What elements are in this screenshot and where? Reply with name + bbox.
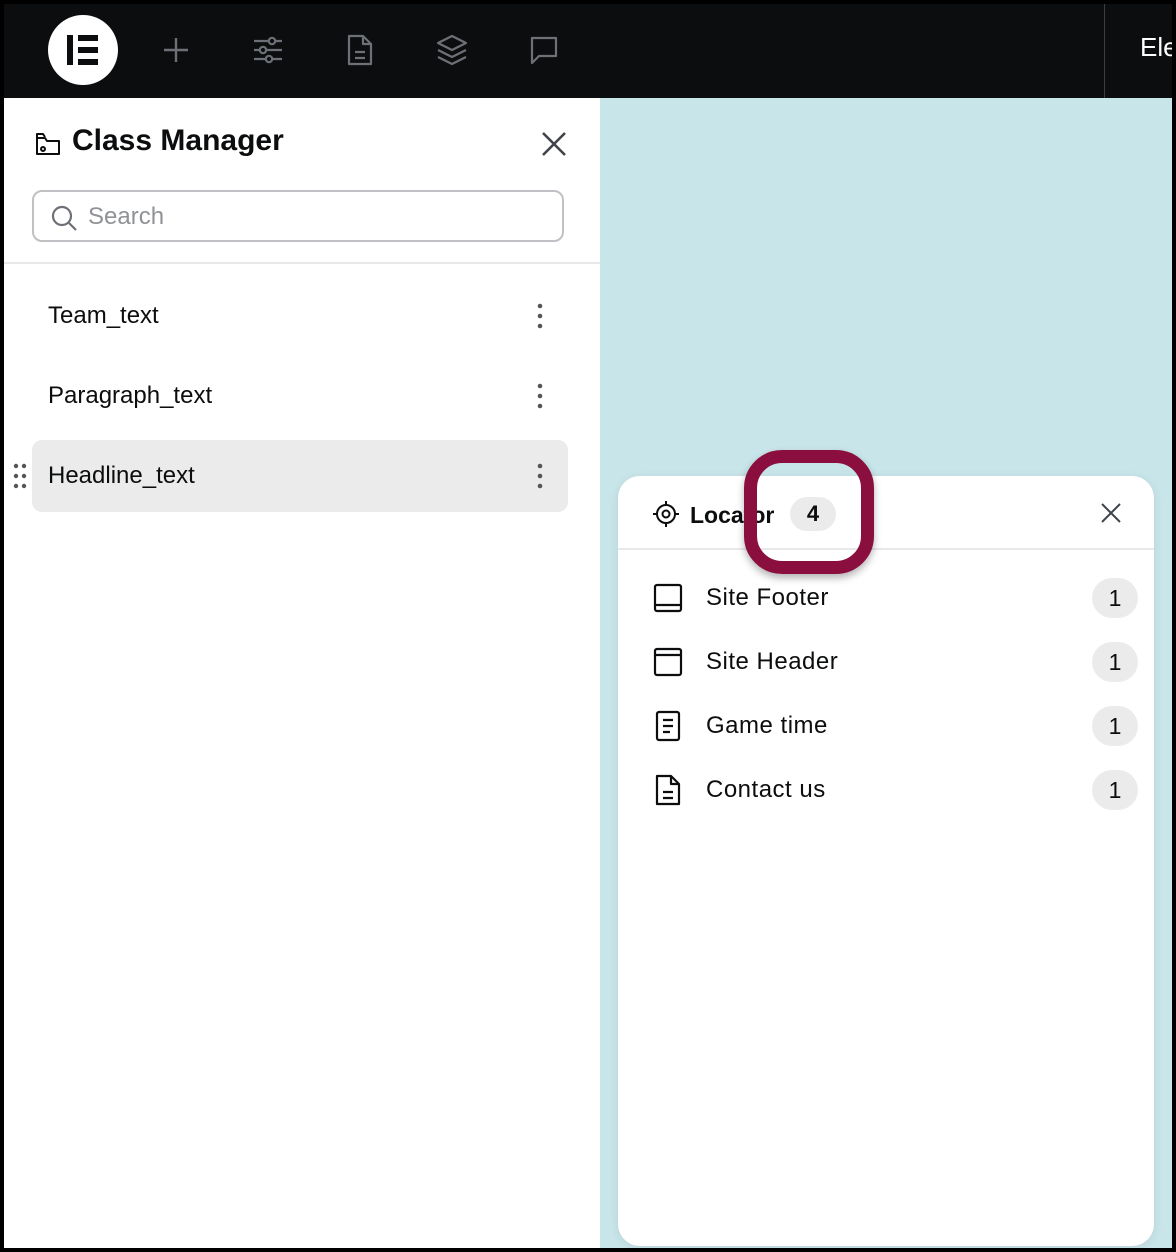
layers-icon[interactable]: [432, 30, 472, 70]
document-icon: [652, 774, 684, 811]
locator-row-contact-us[interactable]: Contact us 1: [618, 760, 1154, 820]
target-icon: [652, 500, 680, 533]
locator-row-site-header[interactable]: Site Header 1: [618, 632, 1154, 692]
class-item-headline-text[interactable]: Headline_text: [13, 440, 568, 512]
close-icon[interactable]: [1100, 502, 1122, 524]
class-manager-panel: Class Manager Team_text Paragraph_text H…: [4, 98, 600, 1248]
more-options-icon[interactable]: [528, 460, 552, 492]
document-icon[interactable]: [340, 30, 380, 70]
top-bar: Ele: [0, 0, 1176, 98]
panel-title: Class Manager: [72, 124, 284, 157]
header-icon: [652, 646, 684, 683]
class-item-paragraph-text[interactable]: Paragraph_text: [32, 360, 568, 432]
sliders-icon[interactable]: [248, 30, 288, 70]
footer-icon: [652, 582, 684, 619]
comment-icon[interactable]: [524, 30, 564, 70]
locator-row-count: 1: [1092, 578, 1138, 618]
search-icon: [50, 204, 78, 237]
search-input[interactable]: [86, 200, 550, 234]
topbar-divider: [1104, 4, 1105, 98]
locator-row-label: Site Footer: [706, 584, 829, 611]
topbar-title: Ele: [1140, 32, 1176, 62]
class-item-label: Team_text: [48, 302, 159, 329]
locator-row-label: Site Header: [706, 648, 839, 675]
plus-icon[interactable]: [156, 30, 196, 70]
class-item-team-text[interactable]: Team_text: [32, 280, 568, 352]
locator-row-label: Contact us: [706, 776, 826, 803]
class-item-label: Paragraph_text: [48, 382, 213, 409]
locator-row-count: 1: [1092, 770, 1138, 810]
more-options-icon[interactable]: [528, 300, 552, 332]
locator-row-count: 1: [1092, 706, 1138, 746]
panel-divider: [4, 262, 600, 264]
drag-handle-icon[interactable]: [12, 462, 28, 495]
close-icon[interactable]: [540, 130, 568, 158]
search-field[interactable]: [32, 190, 564, 242]
class-manager-icon: [34, 130, 62, 163]
more-options-icon[interactable]: [528, 380, 552, 412]
elementor-logo[interactable]: [48, 15, 118, 85]
locator-popover: Locator 4 Site Footer 1 Site Header 1 Ga…: [618, 476, 1154, 1246]
locator-row-site-footer[interactable]: Site Footer 1: [618, 568, 1154, 628]
locator-row-label: Game time: [706, 712, 828, 739]
highlight-callout: [744, 450, 874, 574]
locator-divider: [618, 548, 1154, 550]
page-icon: [652, 710, 684, 747]
class-item-label: Headline_text: [48, 462, 195, 489]
locator-row-count: 1: [1092, 642, 1138, 682]
locator-row-game-time[interactable]: Game time 1: [618, 696, 1154, 756]
